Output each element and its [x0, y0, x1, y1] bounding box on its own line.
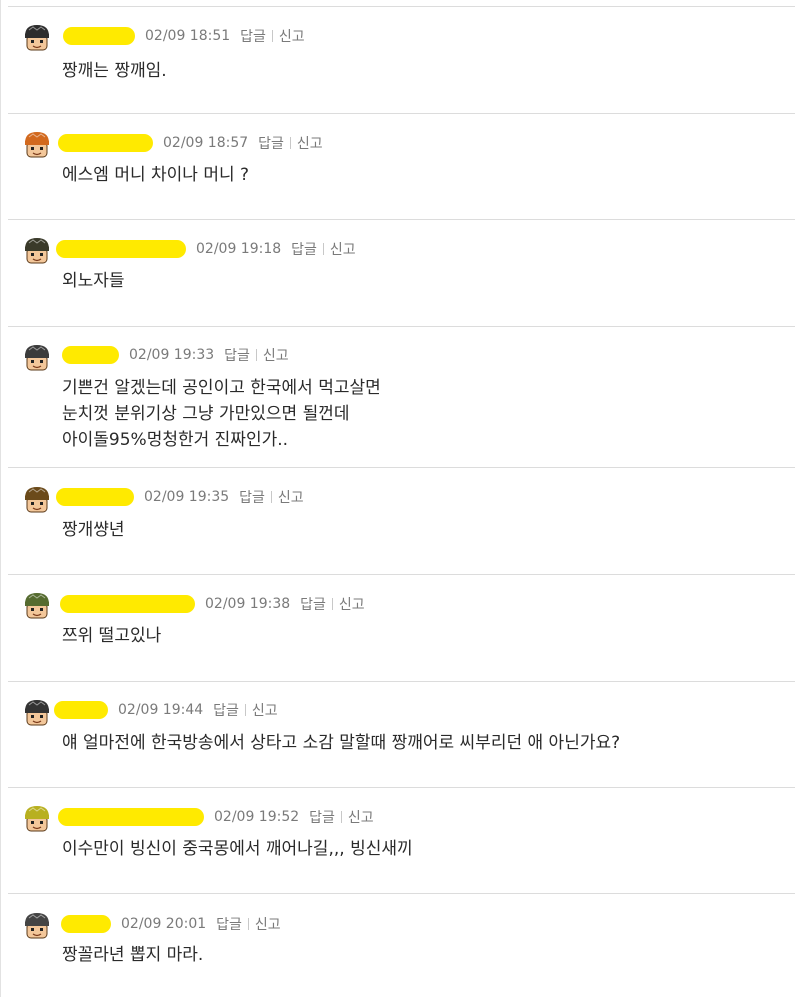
- reply-link[interactable]: 답글: [239, 487, 265, 507]
- author-name[interactable]: [61, 915, 111, 933]
- author-name[interactable]: [58, 134, 153, 152]
- avatar[interactable]: [21, 910, 53, 942]
- author-name[interactable]: [60, 595, 195, 613]
- comment-text: 기쁜건 알겠는데 공인이고 한국에서 먹고살면 눈치껏 분위기상 그냥 가만있으…: [62, 378, 381, 450]
- reply-link[interactable]: 답글: [213, 700, 239, 720]
- comment-text: 외노자들: [62, 271, 125, 291]
- comment-meta: 02/09 18:57 답글 신고: [58, 131, 323, 155]
- avatar[interactable]: [21, 342, 53, 374]
- redaction-highlight: [62, 346, 119, 364]
- report-link[interactable]: 신고: [255, 914, 281, 934]
- reply-link[interactable]: 답글: [291, 239, 317, 259]
- redaction-highlight: [56, 240, 186, 258]
- action-separator: [270, 491, 272, 503]
- comment-timestamp: 02/09 19:52: [214, 809, 300, 825]
- reply-link[interactable]: 답글: [240, 26, 266, 46]
- report-link[interactable]: 신고: [263, 345, 289, 365]
- redaction-highlight: [63, 27, 135, 45]
- author-name[interactable]: [62, 346, 119, 364]
- reply-link[interactable]: 답글: [216, 914, 242, 934]
- action-separator: [244, 704, 246, 716]
- redaction-highlight: [54, 701, 108, 719]
- comment-timestamp: 02/09 18:51: [145, 28, 231, 44]
- comment-divider: [8, 467, 795, 468]
- action-separator: [255, 349, 257, 361]
- comment-timestamp: 02/09 19:18: [196, 241, 282, 257]
- author-name[interactable]: [63, 27, 135, 45]
- left-border: [0, 0, 1, 997]
- report-link[interactable]: 신고: [348, 807, 374, 827]
- comment-timestamp: 02/09 19:38: [205, 596, 291, 612]
- comment-meta: 02/09 19:44 답글 신고: [54, 698, 278, 722]
- comment-divider: [8, 787, 795, 788]
- report-link[interactable]: 신고: [330, 239, 356, 259]
- redaction-highlight: [56, 488, 134, 506]
- comment-text: 에스엠 머니 차이나 머니 ?: [62, 165, 250, 185]
- comment-text: 짱꼴라년 뽑지 마라.: [62, 945, 204, 965]
- report-link[interactable]: 신고: [339, 594, 365, 614]
- action-separator: [247, 918, 249, 930]
- redaction-highlight: [58, 134, 153, 152]
- comment-timestamp: 02/09 20:01: [121, 916, 207, 932]
- author-name[interactable]: [56, 488, 134, 506]
- author-name[interactable]: [54, 701, 108, 719]
- comment-divider: [8, 326, 795, 327]
- action-separator: [340, 811, 342, 823]
- action-separator: [322, 243, 324, 255]
- comment-meta: 02/09 20:01 답글 신고: [61, 912, 281, 936]
- avatar[interactable]: [21, 235, 53, 267]
- report-link[interactable]: 신고: [279, 26, 305, 46]
- comment-meta: 02/09 19:18 답글 신고: [56, 237, 356, 261]
- comment-timestamp: 02/09 19:35: [144, 489, 230, 505]
- comment-text: 짱깨는 짱깨임.: [62, 61, 167, 81]
- comment-meta: 02/09 18:51 답글 신고: [63, 24, 305, 48]
- comment-text: 이수만이 빙신이 중국몽에서 깨어나길,,, 빙신새끼: [62, 839, 413, 859]
- reply-link[interactable]: 답글: [300, 594, 326, 614]
- comment-timestamp: 02/09 19:33: [129, 347, 215, 363]
- avatar[interactable]: [21, 484, 53, 516]
- comment-meta: 02/09 19:38 답글 신고: [60, 592, 365, 616]
- comment-text: 얘 얼마전에 한국방송에서 상타고 소감 말할때 짱깨어로 씨부리던 애 아닌가…: [62, 733, 621, 753]
- reply-link[interactable]: 답글: [224, 345, 250, 365]
- avatar[interactable]: [21, 22, 53, 54]
- redaction-highlight: [61, 915, 111, 933]
- comment-divider: [8, 219, 795, 220]
- comment-meta: 02/09 19:52 답글 신고: [58, 805, 374, 829]
- avatar[interactable]: [21, 590, 53, 622]
- comment-divider: [8, 113, 795, 114]
- report-link[interactable]: 신고: [297, 133, 323, 153]
- author-name[interactable]: [56, 240, 186, 258]
- comment-divider: [8, 681, 795, 682]
- comment-list: 02/09 18:51 답글 신고 짱깨는 짱깨임. 02/09 18:57 답글 신고 에스…: [0, 0, 795, 997]
- avatar[interactable]: [21, 129, 53, 161]
- top-divider: [8, 6, 795, 7]
- comment-meta: 02/09 19:33 답글 신고: [62, 343, 289, 367]
- comment-meta: 02/09 19:35 답글 신고: [56, 485, 304, 509]
- comment-text: 쯔위 떨고있나: [62, 626, 162, 646]
- redaction-highlight: [58, 808, 204, 826]
- reply-link[interactable]: 답글: [258, 133, 284, 153]
- author-name[interactable]: [58, 808, 204, 826]
- comment-timestamp: 02/09 19:44: [118, 702, 204, 718]
- action-separator: [289, 137, 291, 149]
- avatar[interactable]: [21, 697, 53, 729]
- redaction-highlight: [60, 595, 195, 613]
- comment-text: 짱개썅년: [62, 520, 125, 540]
- reply-link[interactable]: 답글: [309, 807, 335, 827]
- report-link[interactable]: 신고: [252, 700, 278, 720]
- comment-divider: [8, 893, 795, 894]
- report-link[interactable]: 신고: [278, 487, 304, 507]
- action-separator: [271, 30, 273, 42]
- action-separator: [331, 598, 333, 610]
- avatar[interactable]: [21, 803, 53, 835]
- comment-timestamp: 02/09 18:57: [163, 135, 249, 151]
- comment-divider: [8, 574, 795, 575]
